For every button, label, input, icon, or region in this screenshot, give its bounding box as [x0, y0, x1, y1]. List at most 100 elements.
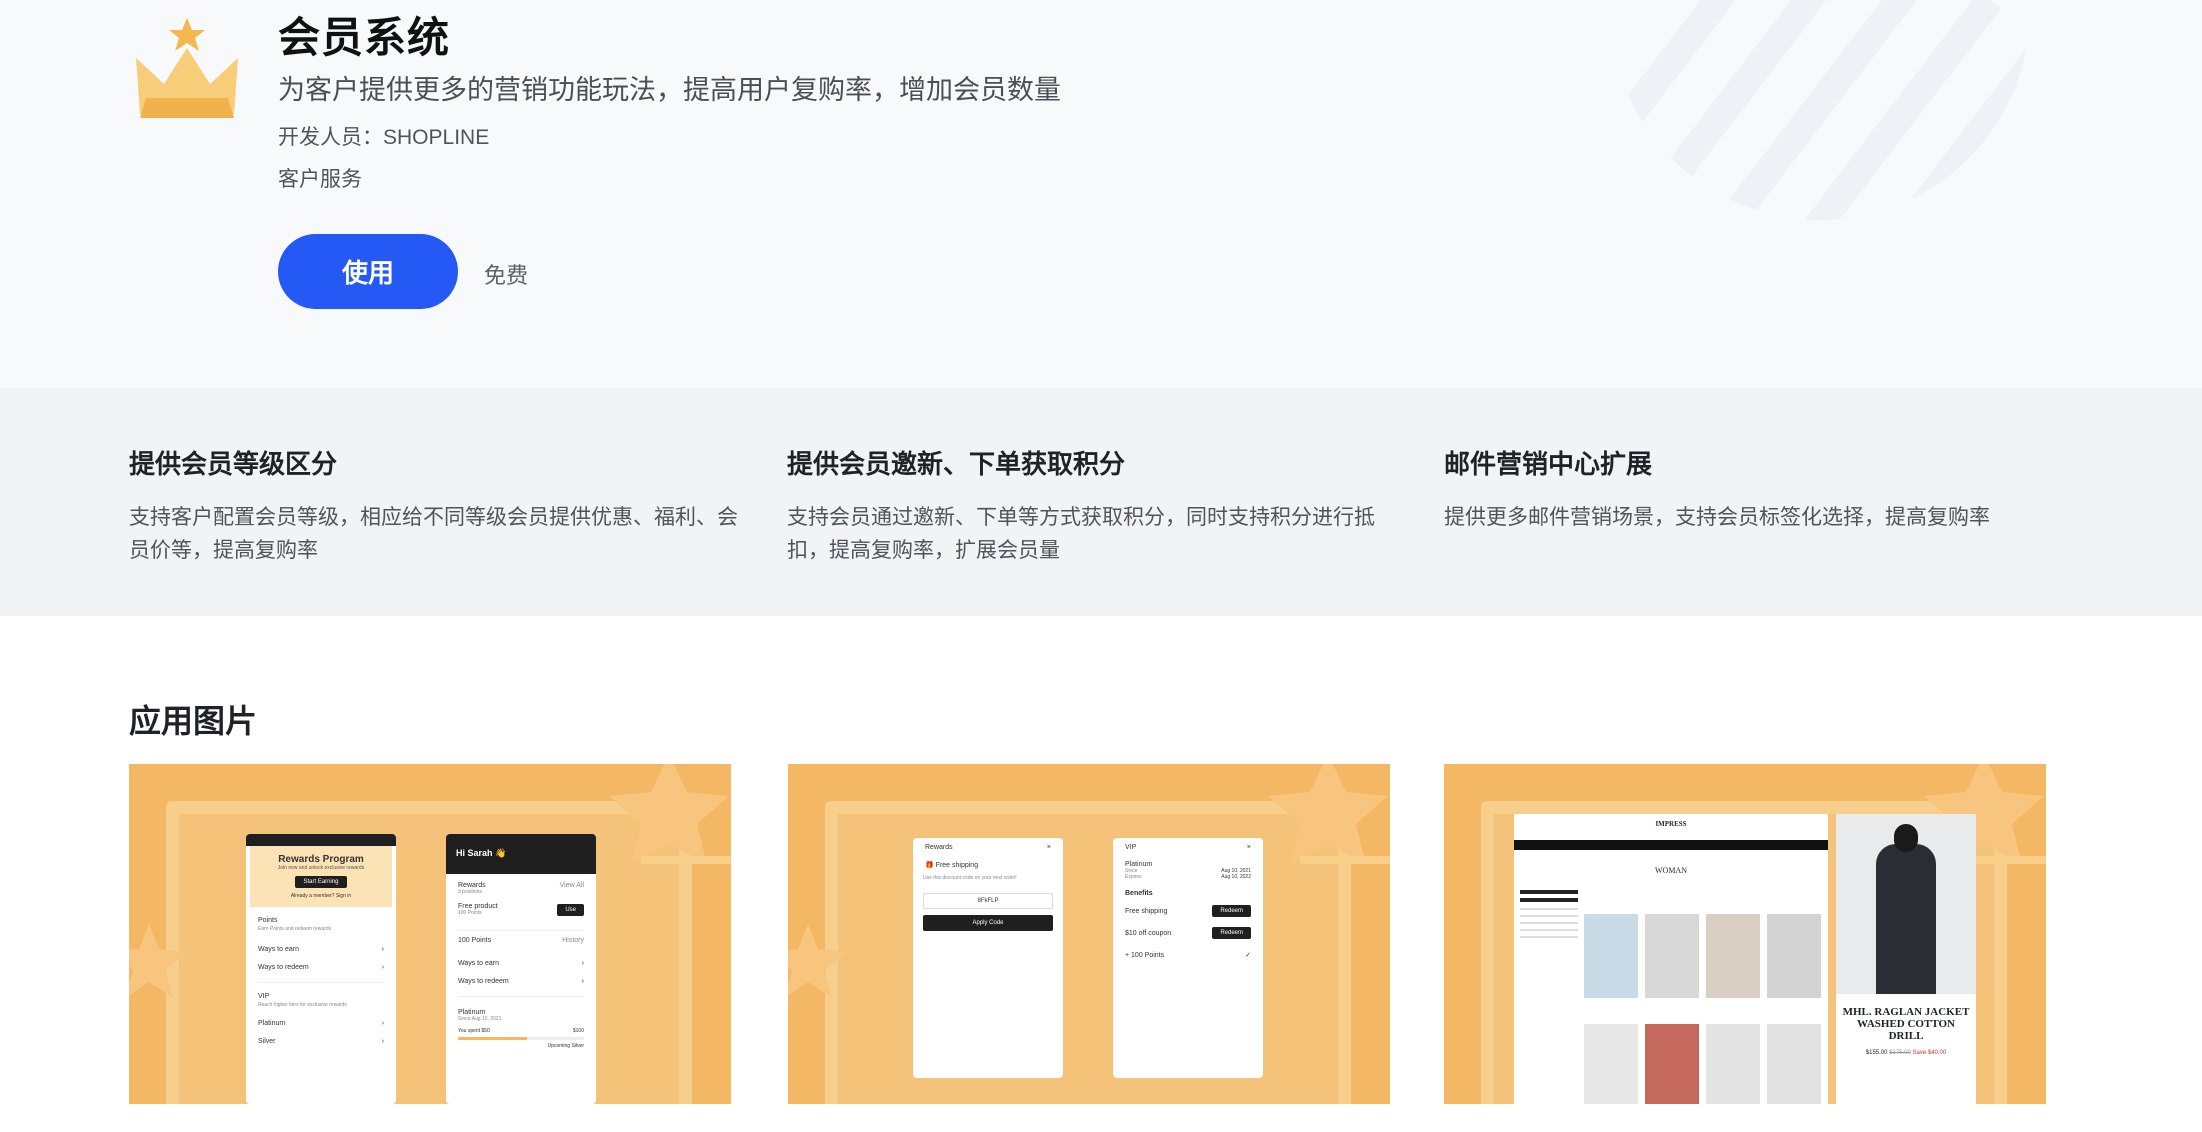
product-thumbnail[interactable] [1706, 1024, 1760, 1104]
feature-card: 邮件营销中心扩展 提供更多邮件营销场景，支持会员标签化选择，提高复购率 [1444, 444, 2054, 534]
apply-code-button[interactable]: Apply Code [923, 915, 1053, 931]
star-decoration [609, 764, 729, 864]
points-balance: 100 Points [458, 937, 492, 944]
coupon-panel: Rewards × 🎁 Free shipping Use this discou… [913, 838, 1063, 1078]
chevron-right-icon: › [581, 959, 584, 967]
check-icon: ✓ [1245, 952, 1251, 959]
view-all-link[interactable]: View All [560, 882, 584, 889]
back-link[interactable]: VIP [1125, 844, 1136, 851]
greeting: Hi Sarah 👋 [446, 834, 596, 874]
vip-panel: VIP × Platinum Since Aug 10, 2021 Expires A… [1113, 838, 1263, 1078]
rewards-count: 3 positions [458, 889, 482, 895]
app-screenshot-3[interactable]: IMPRESS WOMAN MHL. RAGLAN JACKET WASHED … [1444, 764, 2046, 1104]
product-thumbnail[interactable] [1706, 914, 1760, 998]
tier-name: Platinum [458, 1009, 486, 1016]
app-header: 会员系统 为客户提供更多的营销功能玩法，提高用户复购率，增加会员数量 开发人员：… [0, 0, 2202, 388]
rewards-heading: Rewards [458, 882, 486, 889]
product-price: $155.00 [1865, 1050, 1888, 1056]
product-thumbnail[interactable] [1645, 1024, 1699, 1104]
stripe-decoration [1300, 856, 1390, 864]
use-button[interactable]: 使用 [278, 234, 458, 309]
chevron-right-icon: › [581, 977, 584, 985]
decorative-stripes [1610, 0, 2030, 220]
features-section: 提供会员等级区分 支持客户配置会员等级，相应给不同等级会员提供优惠、福利、会员价… [0, 388, 2202, 616]
redeem-button[interactable]: Redeem [1212, 905, 1251, 917]
reward-name: Free shipping [935, 861, 979, 869]
spent-label: You spent $50 [458, 1028, 490, 1034]
product-thumbnail[interactable] [1645, 914, 1699, 998]
feature-description: 支持会员通过邀新、下单等方式获取积分，同时支持积分进行抵扣，提高复购率，扩展会员… [787, 506, 1375, 562]
expires-date: Aug 10, 2022 [1221, 874, 1251, 880]
chevron-right-icon: › [381, 1037, 384, 1045]
chevron-right-icon: › [381, 945, 384, 953]
app-description: 为客户提供更多的营销功能玩法，提高用户复购率，增加会员数量 [278, 75, 1061, 105]
crown-icon [136, 18, 238, 118]
stripe-decoration [641, 856, 731, 864]
upcoming-label: Upcoming [547, 1043, 571, 1049]
chevron-right-icon: › [381, 1019, 384, 1027]
feature-description: 提供更多邮件营销场景，支持会员标签化选择，提高复购率 [1444, 506, 1990, 529]
redeem-button[interactable]: Redeem [1212, 927, 1251, 939]
star-decoration [1268, 764, 1388, 864]
product-thumbnail[interactable] [1767, 1024, 1821, 1104]
coupon-code: 8FkFLP [977, 898, 999, 904]
close-icon[interactable]: × [1247, 844, 1251, 851]
store-logo: IMPRESS [1655, 820, 1687, 828]
ways-to-redeem-link[interactable]: Ways to redeem [458, 978, 509, 985]
app-screenshot-2[interactable]: Rewards × 🎁 Free shipping Use this discou… [788, 764, 1390, 1104]
signin-link[interactable]: Already a member? Sign in [254, 893, 388, 899]
benefit-item: + 100 Points [1125, 951, 1165, 959]
star-decoration [129, 924, 187, 998]
feature-card: 提供会员邀新、下单获取积分 支持会员通过邀新、下单等方式获取积分，同时支持积分进… [787, 444, 1397, 567]
product-old-price: $175.00 [1889, 1050, 1911, 1056]
gallery-title: 应用图片 [129, 703, 258, 739]
close-icon[interactable]: × [1047, 844, 1051, 851]
reward-points: 100 Points [458, 910, 482, 916]
developer-info: 开发人员：SHOPLINE [278, 126, 490, 149]
panel-title: Rewards Program [278, 854, 364, 865]
spent-goal: $100 [572, 1028, 584, 1034]
use-reward-button[interactable]: Use [557, 903, 584, 916]
app-title: 会员系统 [278, 14, 451, 61]
benefit-item: Free shipping [1125, 907, 1168, 915]
product-detail: MHL. RAGLAN JACKET WASHED COTTON DRILL $… [1836, 814, 1976, 1104]
coupon-hint: Use this discount code on your next orde… [923, 875, 1017, 881]
ways-to-earn-link[interactable]: Ways to earn [258, 946, 299, 953]
history-link[interactable]: History [562, 937, 584, 944]
feature-title: 提供会员等级区分 [129, 449, 338, 479]
start-earning-button[interactable]: Start Earning [295, 876, 347, 888]
price-label: 免费 [484, 263, 529, 288]
panel-subtitle: Join now and unlock exclusive rewards [277, 865, 365, 871]
feature-description: 支持客户配置会员等级，相应给不同等级会员提供优惠、福利、会员价等，提高复购率 [129, 506, 738, 562]
customer-service-link[interactable]: 客户服务 [278, 163, 362, 193]
upcoming-tier: Silver [571, 1043, 584, 1049]
tier-silver[interactable]: Silver [258, 1038, 276, 1045]
benefit-item: $10 off coupon [1125, 929, 1172, 937]
product-savings: Save $40.00 [1912, 1050, 1947, 1056]
product-thumbnail[interactable] [1584, 914, 1638, 998]
product-thumbnail[interactable] [1767, 914, 1821, 998]
points-subtitle: Earn Points and redeem rewards [258, 926, 332, 932]
tier-platinum[interactable]: Platinum [258, 1020, 285, 1027]
member-panel: Hi Sarah 👋 Rewards View All 3 positions F… [446, 834, 596, 1104]
reward-name: Free product [458, 903, 498, 910]
ways-to-redeem-link[interactable]: Ways to redeem [258, 964, 309, 971]
store-nav-bar [1514, 840, 1828, 850]
expires-label: Expires [1125, 874, 1142, 880]
back-link[interactable]: Rewards [925, 844, 953, 851]
points-heading: Points [258, 917, 278, 924]
store-page: IMPRESS WOMAN [1514, 814, 1828, 1104]
ways-to-earn-link[interactable]: Ways to earn [458, 960, 499, 967]
tier-name: Platinum [1125, 861, 1153, 868]
tier-since: Since Aug 10, 2021 [458, 1016, 502, 1022]
product-title: MHL. RAGLAN JACKET WASHED COTTON DRILL [1842, 1006, 1970, 1042]
feature-card: 提供会员等级区分 支持客户配置会员等级，相应给不同等级会员提供优惠、福利、会员价… [129, 444, 739, 567]
star-decoration [788, 924, 846, 998]
feature-title: 邮件营销中心扩展 [1444, 449, 1653, 479]
gift-icon: 🎁 [925, 862, 934, 869]
rewards-panel: Rewards Program Join now and unlock excl… [246, 834, 396, 1104]
product-thumbnail[interactable] [1584, 1024, 1638, 1104]
app-screenshot-1[interactable]: Rewards Program Join now and unlock excl… [129, 764, 731, 1104]
benefits-heading: Benefits [1125, 890, 1153, 897]
chevron-right-icon: › [381, 963, 384, 971]
